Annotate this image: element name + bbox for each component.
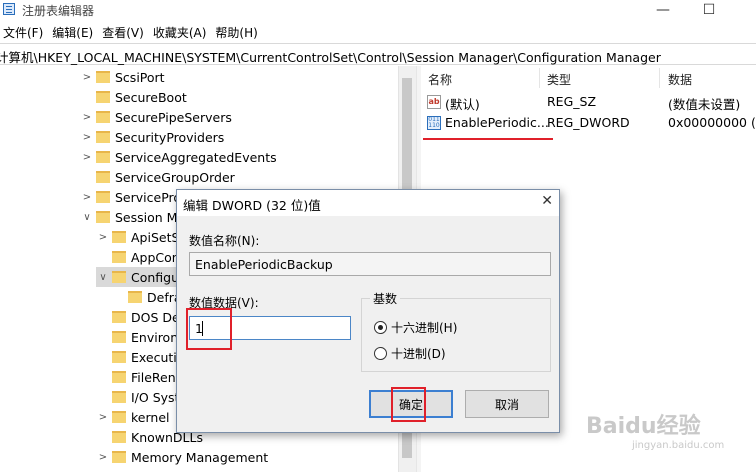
value-name-field: EnablePeriodicBackup [189,252,551,276]
value-type: REG_DWORD [547,115,630,130]
radio-hexadecimal[interactable]: 十六进制(H) [374,319,457,336]
annotation-box-value [186,308,232,350]
address-path: 计算机\HKEY_LOCAL_MACHINE\SYSTEM\CurrentCon… [0,50,661,65]
folder-icon [96,111,110,123]
folder-icon [112,451,126,463]
list-item-enableperiodicbackup[interactable]: 011 110 EnablePeriodic... REG_DWORD 0x00… [421,113,756,133]
chevron-right-icon[interactable]: > [96,412,110,423]
folder-icon [112,351,126,363]
folder-icon [112,431,126,443]
edit-dword-dialog: 编辑 DWORD (32 位)值 ✕ 数值名称(N): EnablePeriod… [176,189,560,433]
chevron-down-icon[interactable]: ∨ [80,212,94,223]
folder-icon [112,251,126,263]
column-header-data[interactable]: 数据 [668,71,692,88]
address-bar[interactable]: 计算机\HKEY_LOCAL_MACHINE\SYSTEM\CurrentCon… [0,43,756,65]
menu-bar: 文件(F) 编辑(E) 查看(V) 收藏夹(A) 帮助(H) [0,22,264,42]
base-label: 基数 [370,290,401,307]
radio-unchecked-icon[interactable] [374,347,387,360]
chevron-right-icon[interactable]: > [96,232,110,243]
folder-icon [112,391,126,403]
chevron-right-icon[interactable]: > [80,132,94,143]
menu-help[interactable]: 帮助(H) [212,22,263,42]
dialog-title-bar: 编辑 DWORD (32 位)值 ✕ [177,190,559,216]
folder-icon [96,71,110,83]
folder-icon [96,171,110,183]
cancel-button[interactable]: 取消 [465,390,549,418]
value-type: REG_SZ [547,94,597,109]
baidu-watermark: Baidu经验 [586,414,701,439]
tree-item-secureboot[interactable]: SecureBoot [80,87,187,107]
dialog-title: 编辑 DWORD (32 位)值 [183,198,321,213]
folder-icon [96,91,110,103]
annotation-underline [423,138,553,140]
tree-item-servicegrouporder[interactable]: ServiceGroupOrder [80,167,235,187]
radio-checked-icon[interactable] [374,321,387,334]
value-name: (默认) [445,97,480,112]
chevron-right-icon[interactable]: > [80,72,94,83]
menu-edit[interactable]: 编辑(E) [49,22,99,42]
binary-value-icon: 011 110 [427,116,441,130]
tree-item-serviceaggregatedevents[interactable]: > ServiceAggregatedEvents [80,147,277,167]
radio-decimal[interactable]: 十进制(D) [374,345,446,362]
folder-icon [112,411,126,423]
tree-item-securityproviders[interactable]: > SecurityProviders [80,127,225,147]
window-title: 注册表编辑器 [22,4,95,18]
folder-icon [96,191,110,203]
regedit-app-icon [3,3,15,15]
value-name-label: 数值名称(N): [189,234,260,248]
column-header-name[interactable]: 名称 [428,71,452,88]
folder-icon [112,311,126,323]
string-value-icon: ab [427,95,441,109]
tree-item-scsiport[interactable]: > ScsiPort [80,67,165,87]
menu-favorites[interactable]: 收藏夹(A) [150,22,213,42]
folder-icon [112,331,126,343]
value-name: EnablePeriodic... [445,115,549,130]
tree-item-kernel[interactable]: > kernel [96,407,170,427]
chevron-right-icon[interactable]: > [96,452,110,463]
chevron-right-icon[interactable]: > [80,192,94,203]
folder-icon [112,231,126,243]
base-groupbox: 基数 十六进制(H) 十进制(D) [361,290,551,372]
folder-icon [128,291,142,303]
baidu-watermark-url: jingyan.baidu.com [632,440,725,451]
list-item-default[interactable]: ab (默认) REG_SZ (数值未设置) [421,92,756,112]
menu-view[interactable]: 查看(V) [99,22,150,42]
dialog-close-button[interactable]: ✕ [541,193,553,209]
chevron-right-icon[interactable]: > [80,112,94,123]
chevron-down-icon[interactable]: ∨ [96,272,110,283]
maximize-button[interactable]: ☐ [686,0,732,20]
menu-file[interactable]: 文件(F) [0,22,49,42]
folder-icon [112,271,126,283]
folder-icon [96,211,110,223]
value-data: 0x00000000 (0) [668,115,756,130]
tree-item-memory-management[interactable]: > Memory Management [96,447,268,467]
folder-icon [96,131,110,143]
column-header-type[interactable]: 类型 [547,71,571,88]
value-data: (数值未设置) [668,97,741,112]
chevron-right-icon[interactable]: > [80,152,94,163]
minimize-button[interactable]: — [640,0,686,20]
annotation-box-ok [391,387,426,422]
title-bar: 注册表编辑器 — ☐ [0,0,756,20]
folder-icon [112,371,126,383]
tree-item-securepipeservers[interactable]: > SecurePipeServers [80,107,232,127]
folder-icon [96,151,110,163]
